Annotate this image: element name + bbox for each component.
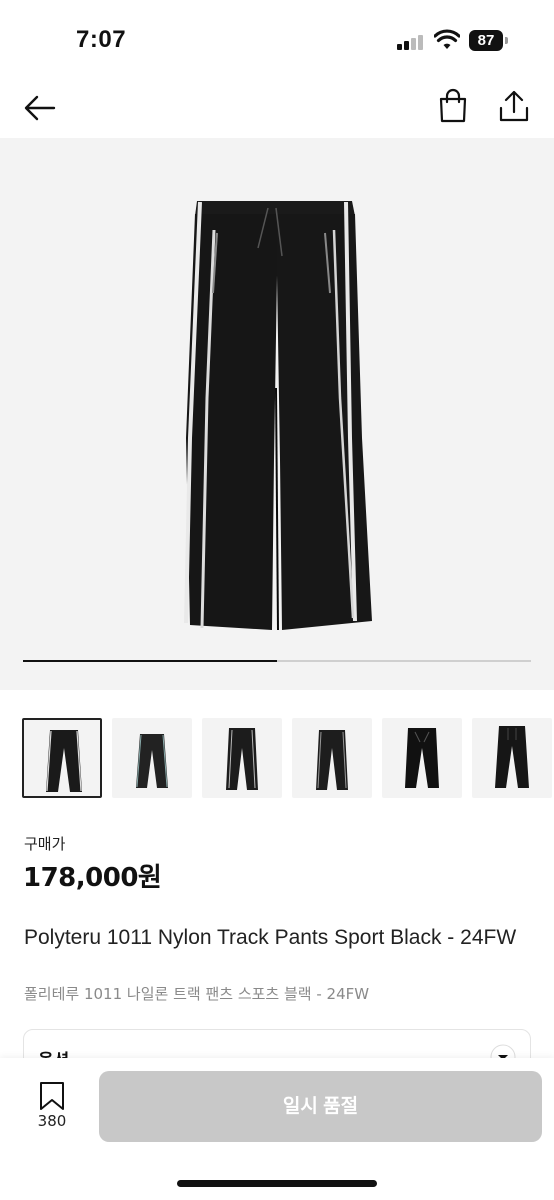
thumbnail[interactable] <box>202 718 282 798</box>
arrow-left-icon[interactable] <box>22 90 58 126</box>
top-nav <box>0 78 554 138</box>
product-image-carousel[interactable] <box>0 138 554 690</box>
product-subtitle: 폴리테루 1011 나일론 트랙 팬츠 스포츠 블랙 - 24FW <box>24 985 370 1003</box>
gallery-progress-fill <box>23 660 277 662</box>
price-value: 178,000원 <box>23 863 162 893</box>
sold-out-button[interactable]: 일시 품절 <box>99 1071 542 1142</box>
status-bar: 7:07 87 <box>0 0 554 78</box>
product-image <box>184 199 374 632</box>
price-label: 구매가 <box>24 835 66 853</box>
bookmark-button[interactable]: 380 <box>30 1078 74 1138</box>
product-title: Polyteru 1011 Nylon Track Pants Sport Bl… <box>24 926 517 949</box>
shopping-bag-icon[interactable] <box>436 88 470 124</box>
thumbnail[interactable] <box>112 718 192 798</box>
signal-icon <box>397 34 427 50</box>
battery-level: 87 <box>469 30 503 51</box>
wifi-icon <box>434 29 460 49</box>
share-icon[interactable] <box>496 88 532 124</box>
bottom-action-bar: 380 일시 품절 <box>0 1058 554 1200</box>
thumbnail[interactable] <box>292 718 372 798</box>
status-time: 7:07 <box>76 26 127 53</box>
bookmark-count: 380 <box>37 1112 67 1130</box>
home-indicator <box>177 1180 377 1187</box>
thumbnail[interactable] <box>472 718 552 798</box>
thumbnail[interactable] <box>22 718 102 798</box>
thumbnail-strip <box>22 718 554 800</box>
bookmark-icon <box>40 1082 64 1110</box>
battery-icon: 87 <box>469 30 509 51</box>
gallery-progress <box>23 660 531 662</box>
thumbnail[interactable] <box>382 718 462 798</box>
